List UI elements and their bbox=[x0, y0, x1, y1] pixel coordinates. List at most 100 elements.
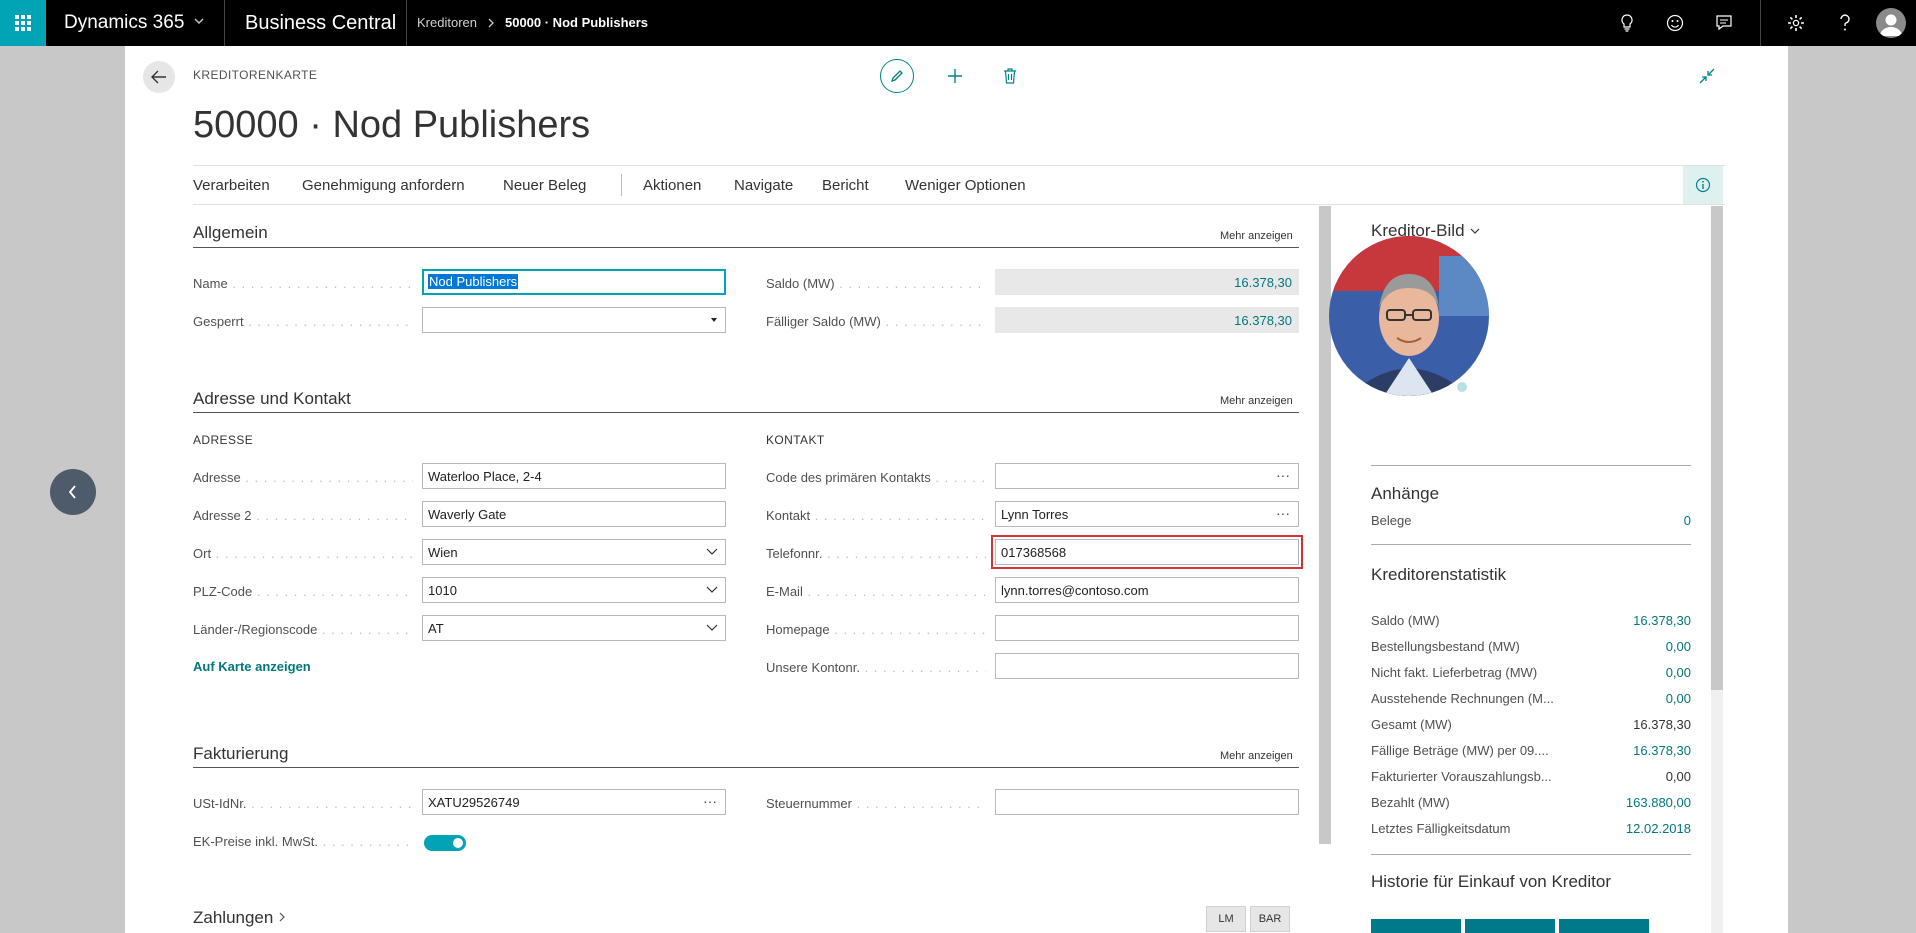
trash-icon bbox=[1004, 68, 1016, 84]
new-button[interactable] bbox=[938, 59, 972, 93]
product-name[interactable]: Dynamics 365 bbox=[64, 12, 184, 34]
stat-row[interactable]: Nicht fakt. Lieferbetrag (MW) 0,00 bbox=[1371, 665, 1691, 680]
stat-row[interactable]: Bestellungsbestand (MW) 0,00 bbox=[1371, 639, 1691, 654]
show-more-adresse[interactable]: Mehr anzeigen bbox=[1220, 395, 1293, 407]
factbox-toggle-button[interactable] bbox=[1683, 166, 1723, 204]
lightbulb-icon[interactable] bbox=[1616, 12, 1638, 34]
collapse-button[interactable] bbox=[1690, 59, 1724, 93]
stat-row[interactable]: Bezahlt (MW) 163.880,00 bbox=[1371, 795, 1691, 810]
arrow-left-icon bbox=[151, 70, 166, 84]
action-genehmigung[interactable]: Genehmigung anfordern bbox=[302, 177, 465, 194]
stat-label: Saldo (MW) bbox=[1371, 613, 1440, 628]
telefon-input[interactable]: 017368568 bbox=[991, 535, 1303, 569]
stat-label: Fällige Beträge (MW) per 09.... bbox=[1371, 743, 1549, 758]
ek-preise-toggle[interactable] bbox=[424, 835, 466, 851]
factbox-scrollbar-thumb[interactable] bbox=[1711, 206, 1723, 690]
plz-label: PLZ-Code bbox=[193, 584, 413, 599]
lookup-ellipsis-icon[interactable]: ··· bbox=[1276, 467, 1290, 483]
history-tile[interactable] bbox=[1465, 919, 1555, 933]
stat-row[interactable]: Saldo (MW) 16.378,30 bbox=[1371, 613, 1691, 628]
gear-icon[interactable] bbox=[1785, 12, 1807, 34]
user-avatar[interactable] bbox=[1876, 8, 1906, 38]
stat-label: Letztes Fälligkeitsdatum bbox=[1371, 821, 1511, 836]
action-bericht[interactable]: Bericht bbox=[822, 177, 869, 194]
plus-icon bbox=[948, 69, 962, 83]
belege-row[interactable]: Belege 0 bbox=[1371, 513, 1691, 528]
section-fakturierung-title[interactable]: Fakturierung bbox=[193, 744, 288, 764]
name-value: Nod Publishers bbox=[428, 274, 519, 289]
show-more-allgemein[interactable]: Mehr anzeigen bbox=[1220, 230, 1293, 242]
lookup-ellipsis-icon[interactable]: ··· bbox=[703, 793, 717, 809]
ust-input[interactable]: XATU29526749 ··· bbox=[422, 789, 726, 815]
stat-value: 0,00 bbox=[1665, 769, 1691, 784]
zahlungen-title: Zahlungen bbox=[193, 908, 274, 927]
show-on-map-link[interactable]: Auf Karte anzeigen bbox=[193, 659, 311, 674]
ort-label: Ort bbox=[193, 546, 413, 561]
chevron-down-icon[interactable] bbox=[193, 14, 205, 30]
gesperrt-select[interactable] bbox=[422, 307, 726, 333]
homepage-label: Homepage bbox=[766, 622, 986, 637]
land-select[interactable]: AT bbox=[422, 615, 726, 641]
homepage-input[interactable] bbox=[995, 615, 1299, 641]
action-aktionen[interactable]: Aktionen bbox=[643, 177, 701, 194]
faelliger-saldo-value[interactable]: 16.378,30 bbox=[995, 307, 1299, 333]
breadcrumb: Kreditoren 50000 · Nod Publishers bbox=[417, 15, 648, 30]
stat-label: Bestellungsbestand (MW) bbox=[1371, 639, 1520, 654]
stat-value[interactable]: 163.880,00 bbox=[1626, 795, 1691, 810]
help-icon[interactable] bbox=[1834, 12, 1856, 34]
history-tile[interactable] bbox=[1371, 919, 1461, 933]
show-more-fakturierung[interactable]: Mehr anzeigen bbox=[1220, 750, 1293, 762]
stat-row[interactable]: Fällige Beträge (MW) per 09.... 16.378,30 bbox=[1371, 743, 1691, 758]
divider bbox=[406, 0, 407, 46]
history-tile[interactable] bbox=[1559, 919, 1649, 933]
kontonr-input[interactable] bbox=[995, 653, 1299, 679]
email-label: E-Mail bbox=[766, 584, 986, 599]
action-navigate[interactable]: Navigate bbox=[734, 177, 793, 194]
belege-value[interactable]: 0 bbox=[1684, 513, 1691, 528]
smiley-icon[interactable] bbox=[1664, 12, 1686, 34]
email-input[interactable]: lynn.torres@contoso.com bbox=[995, 577, 1299, 603]
adresse-label: Adresse bbox=[193, 470, 413, 485]
info-icon bbox=[1695, 177, 1711, 193]
adresse-input[interactable]: Waterloo Place, 2-4 bbox=[422, 463, 726, 489]
action-verarbeiten[interactable]: Verarbeiten bbox=[193, 177, 270, 194]
payment-method-pill[interactable]: BAR bbox=[1250, 906, 1290, 932]
stat-label: Nicht fakt. Lieferbetrag (MW) bbox=[1371, 665, 1538, 680]
saldo-value[interactable]: 16.378,30 bbox=[995, 269, 1299, 295]
name-field[interactable]: Nod Publishers bbox=[422, 269, 726, 295]
stat-value[interactable]: 16.378,30 bbox=[1633, 743, 1691, 758]
kontakt-input[interactable]: Lynn Torres ··· bbox=[995, 501, 1299, 527]
stat-value[interactable]: 12.02.2018 bbox=[1626, 821, 1691, 836]
top-bar: Dynamics 365 Business Central Kreditoren… bbox=[0, 0, 1916, 46]
lookup-ellipsis-icon[interactable]: ··· bbox=[1276, 505, 1290, 521]
stat-value[interactable]: 16.378,30 bbox=[1633, 613, 1691, 628]
ort-select[interactable]: Wien bbox=[422, 539, 726, 565]
section-zahlungen-title[interactable]: Zahlungen bbox=[193, 908, 286, 928]
delete-button[interactable] bbox=[993, 59, 1027, 93]
steuernummer-input[interactable] bbox=[995, 789, 1299, 815]
stat-row[interactable]: Letztes Fälligkeitsdatum 12.02.2018 bbox=[1371, 821, 1691, 836]
previous-record-button[interactable] bbox=[50, 469, 96, 515]
app-launcher-button[interactable] bbox=[0, 0, 46, 46]
stat-value[interactable]: 0,00 bbox=[1666, 639, 1691, 654]
action-bar: Verarbeiten Genehmigung anfordern Neuer … bbox=[193, 165, 1725, 205]
action-weniger-optionen[interactable]: Weniger Optionen bbox=[905, 177, 1026, 194]
chat-icon[interactable] bbox=[1713, 12, 1735, 34]
stat-row[interactable]: Ausstehende Rechnungen (M... 0,00 bbox=[1371, 691, 1691, 706]
faelliger-saldo-label: Fälliger Saldo (MW) bbox=[766, 314, 986, 329]
section-allgemein-title[interactable]: Allgemein bbox=[193, 223, 268, 243]
collapse-icon bbox=[1699, 68, 1715, 84]
app-name[interactable]: Business Central bbox=[245, 12, 396, 35]
plz-select[interactable]: 1010 bbox=[422, 577, 726, 603]
code-primaer-input[interactable]: ··· bbox=[995, 463, 1299, 489]
breadcrumb-item-kreditoren[interactable]: Kreditoren bbox=[417, 15, 477, 30]
back-button[interactable] bbox=[143, 61, 175, 93]
edit-button[interactable] bbox=[880, 59, 914, 93]
adresse2-input[interactable]: Waverly Gate bbox=[422, 501, 726, 527]
vendor-photo[interactable] bbox=[1329, 236, 1489, 396]
stat-value[interactable]: 0,00 bbox=[1666, 691, 1691, 706]
section-adresse-title[interactable]: Adresse und Kontakt bbox=[193, 389, 351, 409]
action-neuer-beleg[interactable]: Neuer Beleg bbox=[503, 177, 586, 194]
payment-terms-pill[interactable]: LM bbox=[1206, 906, 1246, 932]
stat-value[interactable]: 0,00 bbox=[1666, 665, 1691, 680]
